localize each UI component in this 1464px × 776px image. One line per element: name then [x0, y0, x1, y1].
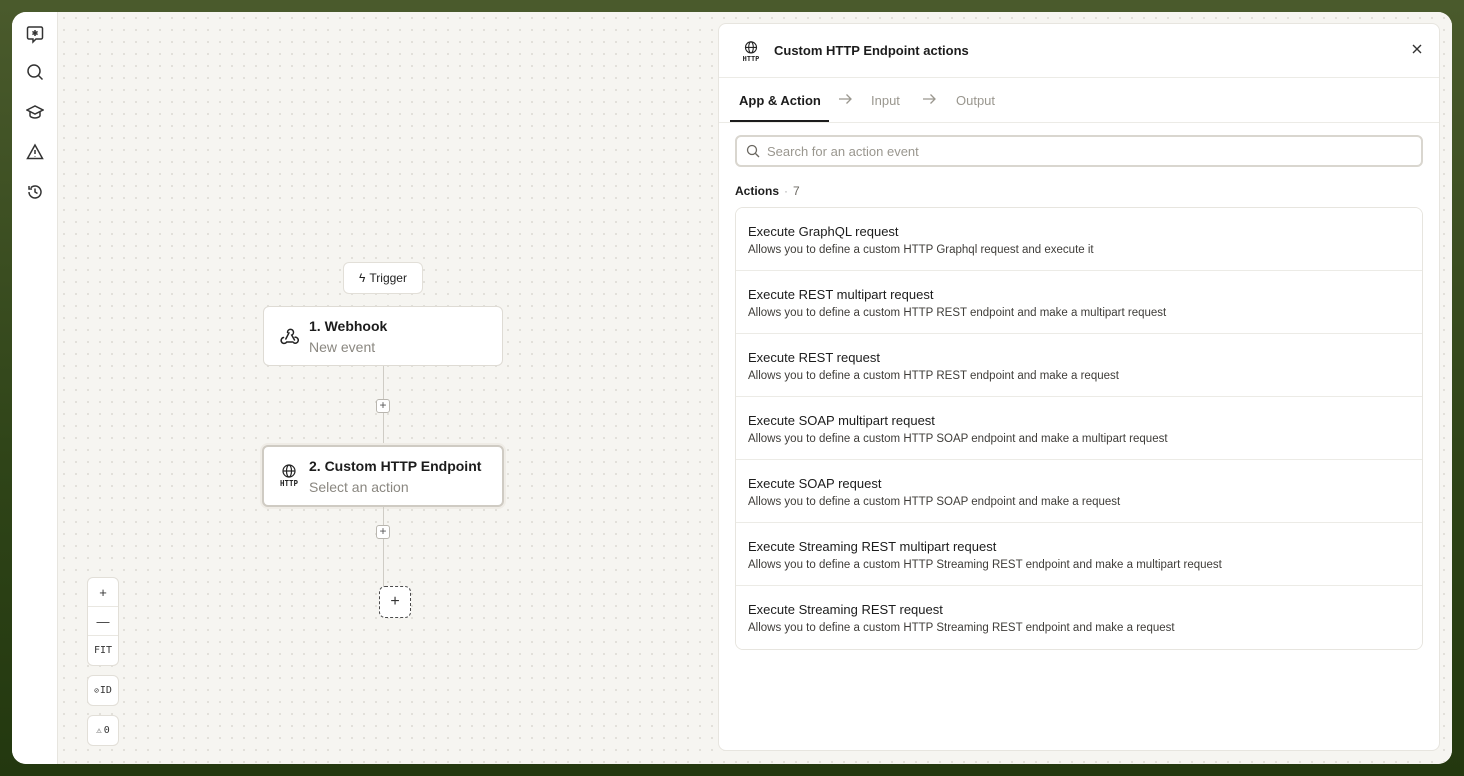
eye-off-icon: ⊘: [94, 686, 99, 695]
zoom-controls: + — FIT: [87, 577, 119, 666]
http-endpoint-node[interactable]: HTTP 2. Custom HTTP Endpoint Select an a…: [262, 445, 504, 507]
action-name: Execute SOAP multipart request: [748, 413, 935, 428]
list-item[interactable]: Execute Streaming REST multipart request…: [736, 523, 1422, 586]
action-name: Execute REST multipart request: [748, 287, 934, 302]
action-name: Execute SOAP request: [748, 476, 882, 491]
logo-icon[interactable]: [23, 22, 47, 46]
app-window: ϟ Trigger 1. Webhook New event + HTTP 2.…: [12, 12, 1452, 764]
panel-title: Custom HTTP Endpoint actions: [774, 43, 969, 58]
tab-input[interactable]: Input: [871, 93, 900, 108]
tab-output[interactable]: Output: [956, 93, 995, 108]
add-final-step-button[interactable]: +: [379, 586, 411, 618]
warnings-count: 0: [103, 725, 110, 736]
action-name: Execute GraphQL request: [748, 224, 899, 239]
action-name: Execute Streaming REST multipart request: [748, 539, 997, 554]
list-item[interactable]: Execute SOAP multipart request Allows yo…: [736, 397, 1422, 460]
section-label: Actions: [735, 184, 780, 198]
warnings-button[interactable]: ⚠ 0: [87, 715, 119, 746]
action-name: Execute Streaming REST request: [748, 602, 943, 617]
node-subtitle: New event: [309, 339, 376, 355]
actions-count: 7: [793, 184, 800, 198]
list-item[interactable]: Execute REST multipart request Allows yo…: [736, 271, 1422, 334]
node-title: 2. Custom HTTP Endpoint: [309, 458, 482, 474]
action-name: Execute REST request: [748, 350, 880, 365]
http-icon: HTTP: [739, 40, 763, 64]
active-tab-indicator: [730, 120, 829, 122]
list-item[interactable]: Execute Streaming REST request Allows yo…: [736, 586, 1422, 649]
search-icon[interactable]: [23, 60, 47, 84]
actions-panel: HTTP Custom HTTP Endpoint actions App & …: [718, 23, 1440, 751]
action-description: Allows you to define a custom HTTP REST …: [748, 307, 1167, 319]
academy-icon[interactable]: [23, 100, 47, 124]
trigger-label: Trigger: [369, 271, 407, 285]
trigger-badge: ϟ Trigger: [343, 262, 423, 294]
lightning-icon: ϟ: [359, 271, 366, 285]
panel-header: HTTP Custom HTTP Endpoint actions: [719, 24, 1439, 78]
search-box: [735, 135, 1423, 167]
actions-list: Execute GraphQL request Allows you to de…: [735, 207, 1423, 650]
add-step-button[interactable]: +: [376, 525, 390, 539]
webhook-node[interactable]: 1. Webhook New event: [263, 306, 503, 366]
sidebar: [12, 12, 58, 764]
action-description: Allows you to define a custom HTTP SOAP …: [748, 433, 1168, 445]
list-item[interactable]: Execute REST request Allows you to defin…: [736, 334, 1422, 397]
add-step-button[interactable]: +: [376, 399, 390, 413]
zoom-out-button[interactable]: —: [88, 607, 118, 636]
action-description: Allows you to define a custom HTTP Graph…: [748, 244, 1094, 256]
list-item[interactable]: Execute GraphQL request Allows you to de…: [736, 208, 1422, 271]
fit-button[interactable]: FIT: [88, 636, 118, 665]
action-description: Allows you to define a custom HTTP Strea…: [748, 559, 1222, 571]
action-description: Allows you to define a custom HTTP SOAP …: [748, 496, 1121, 508]
id-toggle[interactable]: ⊘ ID: [87, 675, 119, 706]
svg-text:HTTP: HTTP: [280, 479, 299, 488]
node-subtitle: Select an action: [309, 479, 409, 495]
webhook-icon: [276, 323, 302, 349]
alert-icon[interactable]: [23, 140, 47, 164]
action-description: Allows you to define a custom HTTP Strea…: [748, 622, 1175, 634]
arrow-right-icon: [839, 94, 852, 104]
warning-icon: ⚠: [96, 725, 102, 736]
step-tabs: App & Action Input Output: [719, 78, 1439, 123]
tab-app-action[interactable]: App & Action: [739, 93, 821, 108]
arrow-right-icon: [923, 94, 936, 104]
http-icon: HTTP: [276, 463, 302, 489]
connector-line: [383, 507, 384, 587]
svg-text:HTTP: HTTP: [743, 55, 760, 63]
zoom-in-button[interactable]: +: [88, 578, 118, 607]
action-description: Allows you to define a custom HTTP REST …: [748, 370, 1119, 382]
close-icon[interactable]: [1407, 39, 1427, 59]
search-icon: [746, 144, 760, 158]
list-item[interactable]: Execute SOAP request Allows you to defin…: [736, 460, 1422, 523]
node-title: 1. Webhook: [309, 318, 388, 334]
actions-section-header: Actions · 7: [735, 184, 800, 198]
id-toggle-label: ID: [99, 685, 112, 696]
search-input[interactable]: [767, 142, 1407, 160]
history-icon[interactable]: [23, 180, 47, 204]
